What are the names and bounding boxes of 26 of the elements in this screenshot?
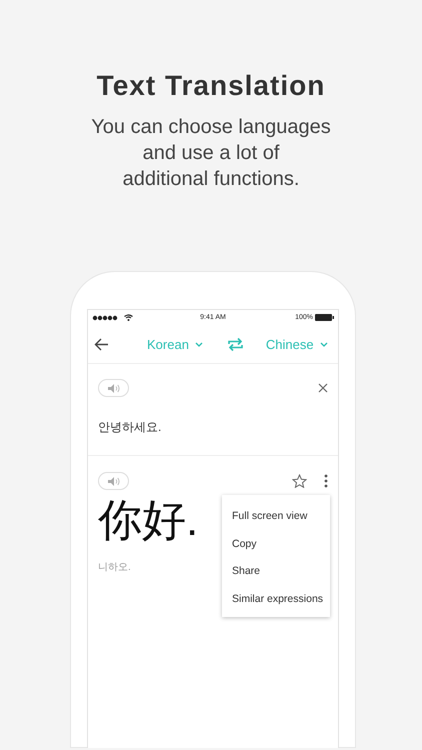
back-button[interactable]: [94, 338, 109, 350]
subtitle-line: and use a lot of: [142, 141, 280, 166]
speaker-icon: [108, 384, 120, 392]
pronunciation-text: 니하오.: [98, 561, 131, 574]
menu-item[interactable]: Share: [222, 558, 330, 586]
speaker-icon: [108, 476, 120, 486]
translated-text: 你好.: [98, 495, 198, 547]
close-icon: [318, 383, 328, 393]
more-options-button[interactable]: [324, 474, 328, 488]
more-icon: [324, 474, 328, 488]
page-title: Text Translation: [96, 70, 326, 102]
menu-item[interactable]: Similar expressions: [222, 586, 330, 613]
back-arrow-icon: [94, 338, 109, 350]
menu-item[interactable]: Full screen view: [222, 503, 330, 530]
swap-icon: [226, 336, 244, 352]
subtitle-line: additional functions.: [122, 167, 300, 192]
favorite-button[interactable]: [292, 474, 307, 488]
star-icon: [292, 474, 307, 488]
battery-icon: [315, 314, 334, 321]
menu-item[interactable]: Copy: [222, 530, 330, 558]
chevron-down-icon: [320, 342, 328, 346]
clear-button[interactable]: [318, 383, 328, 393]
wifi-icon: [124, 314, 133, 321]
source-text: 안녕하세요.: [98, 419, 162, 436]
subtitle-line: You can choose languages: [91, 115, 331, 140]
chevron-down-icon: [194, 342, 203, 346]
